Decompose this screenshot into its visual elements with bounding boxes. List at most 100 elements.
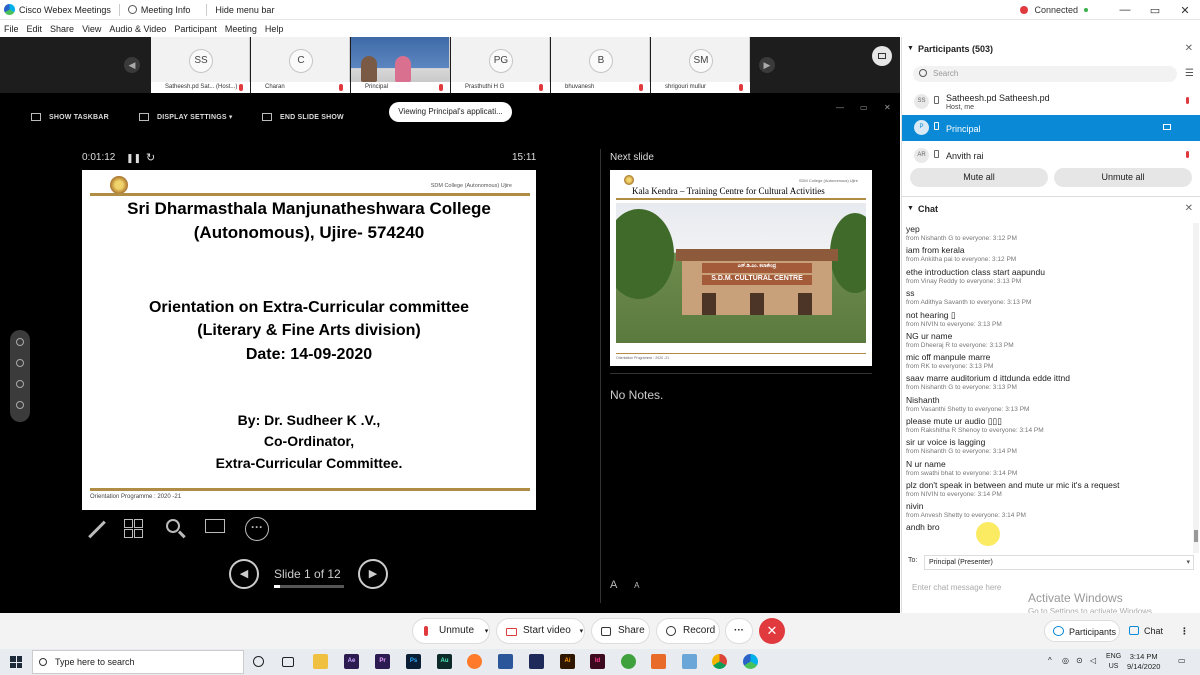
restart-timer-icon[interactable]: ↻ [146,151,155,164]
zoom-tool[interactable] [164,517,188,541]
menu-help[interactable]: Help [265,24,284,34]
zoom-out-icon[interactable] [16,401,24,409]
minimize-button[interactable]: — [1110,4,1140,16]
more-options-button[interactable]: ··· [725,618,753,644]
language-indicator[interactable]: ENG US [1106,652,1121,672]
participant-row[interactable]: SS Satheesh.pd Satheesh.pd Host, me [902,89,1200,115]
decrease-font-button[interactable]: A [634,581,639,590]
show-hidden-icons-chevron-icon[interactable]: ^ [1048,656,1052,665]
strip-prev-icon[interactable]: ◀ [124,57,140,73]
mute-all-button[interactable]: Mute all [910,168,1048,187]
eraser-icon[interactable] [16,359,24,367]
chat-scrollbar[interactable] [1193,223,1199,553]
display-settings-button[interactable]: DISPLAY SETTINGS ▾ [139,113,233,121]
app-icon[interactable] [682,654,697,669]
thumbnail[interactable]: SM shrigouri mullur [651,37,750,93]
collapse-chevron-icon[interactable]: ▼ [907,197,914,221]
layout-toggle-button[interactable] [872,46,892,66]
photoshop-icon[interactable]: Ps [406,654,421,669]
network-icon[interactable]: ◎ [1062,656,1069,665]
app-icon[interactable] [651,654,666,669]
video-options-chevron-icon[interactable]: ▾ [580,628,584,635]
next-slide-preview[interactable]: SDM College (Autonomous) Ujire Kala Kend… [610,170,872,366]
hide-menu-bar-button[interactable]: Hide menu bar [215,5,274,15]
firefox-icon[interactable] [467,654,482,669]
more-options-tool[interactable]: ··· [245,517,269,541]
avatar: SM [689,49,713,73]
menu-participant[interactable]: Participant [174,24,217,34]
cortana-icon[interactable] [253,656,264,667]
end-slide-show-button[interactable]: END SLIDE SHOW [262,113,344,121]
zoom-in-icon[interactable] [16,380,24,388]
scrollbar-thumb[interactable] [1194,530,1198,542]
show-taskbar-button[interactable]: SHOW TASKBAR [31,113,109,121]
participant-row-selected[interactable]: P Principal [902,115,1200,141]
menu-file[interactable]: File [4,24,19,34]
chat-recipient-select[interactable]: Principal (Presenter) ▾ [924,555,1194,570]
unmute-button[interactable]: Unmute ▾ [412,618,490,644]
black-screen-tool[interactable] [204,517,228,541]
thumbnail[interactable]: C Charan [251,37,350,93]
word-icon[interactable] [498,654,513,669]
see-all-slides-tool[interactable] [122,517,146,541]
participant-search-input[interactable]: Search [913,66,1177,82]
share-button[interactable]: Share [591,618,650,644]
restore-button[interactable]: ▭ [1140,4,1170,17]
thumbnail[interactable]: B bhuvanesh [551,37,650,93]
windows-start-icon[interactable] [10,656,22,668]
close-participants-icon[interactable]: ✕ [1185,37,1193,61]
minimize-view-icon[interactable]: — [836,103,844,112]
app-icon[interactable] [529,654,544,669]
close-button[interactable]: ✕ [1170,4,1200,17]
meeting-info-button[interactable]: Meeting Info [127,5,190,15]
menu-view[interactable]: View [82,24,101,34]
muted-mic-icon[interactable] [1186,97,1189,104]
taskbar-search-input[interactable]: Type here to search [32,650,244,674]
thumbnail[interactable]: SS Satheesh.pd Sat... (Host...) [151,37,250,93]
pen-tool[interactable] [82,517,106,541]
sort-list-icon[interactable]: ☰ [1185,68,1194,79]
pause-icon[interactable]: ❚❚ [126,153,141,164]
thumbnail[interactable]: PG Prasthuthi H G [451,37,550,93]
end-meeting-button[interactable]: ✕ [759,618,785,644]
task-view-icon[interactable] [282,657,294,667]
unmute-options-chevron-icon[interactable]: ▾ [485,628,489,635]
indesign-icon[interactable]: Id [590,654,605,669]
pointer-icon[interactable] [16,338,24,346]
participants-tab[interactable]: Participants [1044,620,1120,642]
chat-tab[interactable]: Chat [1120,620,1170,642]
strip-next-icon[interactable]: ▶ [759,57,775,73]
record-button[interactable]: Record [656,618,720,644]
thumbnail-video[interactable]: Principal [351,37,450,93]
webex-icon[interactable] [743,654,758,669]
collapse-chevron-icon[interactable]: ▼ [907,37,914,61]
muted-mic-icon[interactable] [1186,151,1189,158]
next-slide-button[interactable]: ▶ [358,559,388,589]
wifi-icon[interactable]: ⊙ [1076,656,1083,665]
increase-font-button[interactable]: A [610,579,617,591]
menu-meeting[interactable]: Meeting [225,24,257,34]
app-icon[interactable] [621,654,636,669]
chat-input[interactable]: Enter chat message here [912,583,1001,592]
taskbar-clock[interactable]: 3:14 PM 9/14/2020 [1127,652,1160,672]
menu-share[interactable]: Share [50,24,74,34]
previous-slide-button[interactable]: ◀ [229,559,259,589]
illustrator-icon[interactable]: Ai [560,654,575,669]
menu-audio-video[interactable]: Audio & Video [109,24,166,34]
audition-icon[interactable]: Au [437,654,452,669]
close-view-icon[interactable]: ✕ [884,103,891,112]
connection-status[interactable]: Connected [1020,5,1088,15]
more-panels-button[interactable]: ⋮ [1174,620,1194,642]
start-video-button[interactable]: Start video ▾ [496,618,585,644]
menu-edit[interactable]: Edit [27,24,43,34]
file-explorer-icon[interactable] [313,654,328,669]
premiere-icon[interactable]: Pr [375,654,390,669]
restore-view-icon[interactable]: ▭ [860,103,868,112]
chrome-icon[interactable] [712,654,727,669]
close-chat-icon[interactable]: ✕ [1185,197,1193,221]
volume-icon[interactable]: ◁ [1090,656,1096,665]
after-effects-icon[interactable]: Ae [344,654,359,669]
notifications-icon[interactable]: ▭ [1178,656,1186,665]
participant-row[interactable]: AR Anvith rai [902,143,1200,169]
unmute-all-button[interactable]: Unmute all [1054,168,1192,187]
